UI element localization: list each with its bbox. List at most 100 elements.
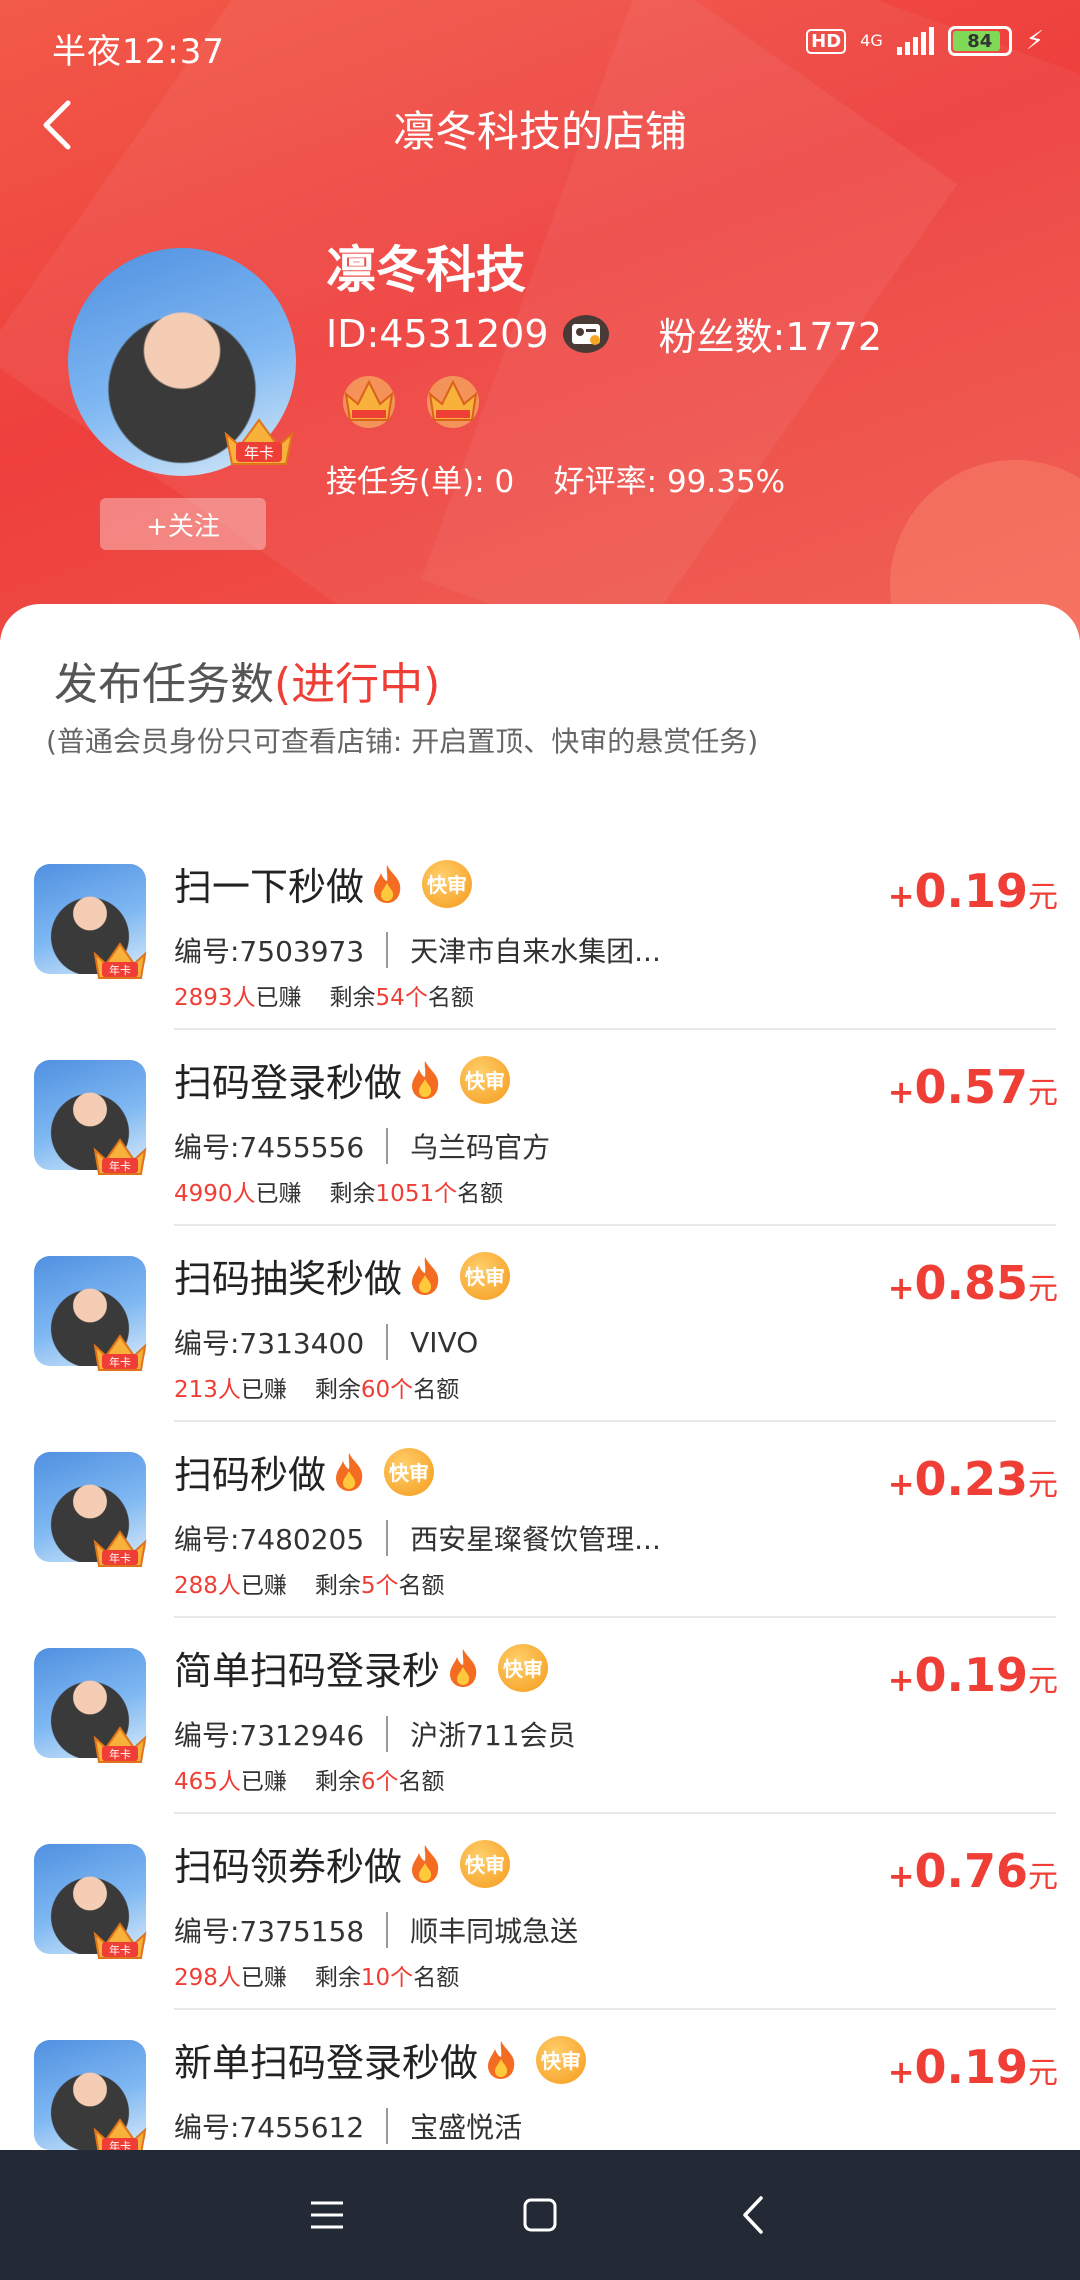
remain-label: 剩余 [329,1181,376,1207]
divider [386,2108,389,2144]
remain-label: 剩余 [314,1965,361,1991]
task-number: 编号:7312946 [174,1719,365,1752]
home-button[interactable] [500,2175,580,2255]
task-number: 编号:7375158 [174,1915,365,1948]
earned-count: 298人 [174,1965,241,1991]
task-meta: 编号:7455556 乌兰码官方 [174,1126,550,1166]
reward-unit: 元 [1028,1860,1058,1895]
crown-icon: 年卡 [93,1334,147,1371]
reward-plus: + [887,1269,915,1307]
task-title: 扫码领券秒做 快审 [174,1836,511,1891]
task-row[interactable]: 年卡 扫码领券秒做 快审 编号:7375158 顺丰同城急送 298人已赚 剩余10个名额 +… [0,1814,1080,2010]
earned-label: 已赚 [255,1181,302,1207]
task-merchant: 西安星璨餐饮管理... [410,1523,661,1556]
task-reward: +0.76元 [888,1844,1058,1898]
reward-amount: 0.57 [914,1060,1029,1114]
task-title-text: 扫码登录秒做 [174,1061,403,1105]
reward-unit: 元 [1028,1664,1058,1699]
reward-unit: 元 [1028,1076,1058,1111]
section-subtitle: (普通会员身份只可查看店铺: 开启置顶、快审的悬赏任务) [46,725,759,758]
earned-count: 465人 [174,1769,241,1795]
avatar-badge-text: 年卡 [109,1551,131,1565]
task-title-text: 扫码领券秒做 [174,1845,403,1889]
fire-icon [412,1060,439,1099]
reward-plus: + [887,877,915,915]
rating: 好评率: 99.35% [553,464,786,500]
section-title-text: 发布任务数 [54,659,274,710]
reward-unit: 元 [1028,1468,1058,1503]
remain-label: 剩余 [329,985,376,1011]
avatar-badge-text: 年卡 [109,1747,131,1761]
task-stats: 2893人已赚 剩余54个名额 [174,978,474,1012]
shop-id: ID:4531209 [326,311,549,356]
quota-label: 名额 [427,985,474,1011]
task-number: 编号:7503973 [174,935,365,968]
quota-label: 名额 [457,1181,504,1207]
crown-icon: 年卡 [93,942,147,979]
fire-icon [412,1256,439,1295]
task-title: 扫码秒做 快审 [174,1444,435,1499]
remain-label: 剩余 [314,1769,361,1795]
fast-review-badge: 快审 [422,859,473,908]
divider [386,1912,389,1948]
task-reward: +0.19元 [888,2040,1058,2094]
crown-icon: 年卡 [224,418,294,465]
system-nav-bar [0,2150,1080,2280]
task-number: 编号:7480205 [174,1523,365,1556]
task-row[interactable]: 年卡 扫码抽奖秒做 快审 编号:7313400 VIVO 213人已赚 剩余60个名额 +0.… [0,1226,1080,1422]
crown-icon: 年卡 [93,1138,147,1175]
earned-count: 288人 [174,1573,241,1599]
reward-plus: + [887,1465,915,1503]
task-title-text: 扫码秒做 [174,1453,327,1497]
task-title-text: 简单扫码登录秒 [174,1649,441,1693]
task-reward: +0.19元 [888,1648,1058,1702]
reward-plus: + [887,1073,915,1111]
task-title: 扫一下秒做 快审 [174,856,473,911]
remaining-count: 60个 [360,1377,414,1403]
fire-icon [450,1648,477,1687]
charging-icon: ⚡ [1025,26,1044,56]
hd-icon: HD [806,28,847,54]
reward-unit: 元 [1028,880,1058,915]
task-meta: 编号:7313400 VIVO [174,1322,478,1362]
task-merchant: 宝盛悦活 [410,2111,523,2144]
reward-plus: + [887,2053,915,2091]
quota-label: 名额 [413,1377,460,1403]
task-row[interactable]: 年卡 简单扫码登录秒 快审 编号:7312946 沪浙711会员 465人已赚 剩余6个名额… [0,1618,1080,1814]
divider [386,1324,389,1360]
fast-review-badge: 快审 [384,1447,435,1496]
follow-button[interactable]: +关注 [100,498,266,550]
crown-icon: 年卡 [93,1922,147,1959]
task-reward: +0.23元 [888,1452,1058,1506]
task-number: 编号:7455612 [174,2111,365,2144]
reward-plus: + [887,1661,915,1699]
home-icon [523,2198,557,2232]
divider [386,1716,389,1752]
menu-button[interactable] [287,2175,367,2255]
task-stats: 298人已赚 剩余10个名额 [174,1958,459,1992]
avatar-badge-text: 年卡 [109,963,131,977]
task-merchant: VIVO [410,1325,479,1359]
earned-label: 已赚 [240,1573,287,1599]
signal-icon [896,27,934,55]
remaining-count: 1051个 [375,1181,458,1207]
menu-icon [310,2201,343,2229]
crown-icon [427,376,479,428]
task-row[interactable]: 年卡 扫一下秒做 快审 编号:7503973 天津市自来水集团... 2893人已赚 剩余5… [0,834,1080,1030]
quota-label: 名额 [413,1965,460,1991]
task-row[interactable]: 年卡 扫码秒做 快审 编号:7480205 西安星璨餐饮管理... 288人已赚 剩余5个名… [0,1422,1080,1618]
quota-label: 名额 [398,1573,445,1599]
task-reward: +0.85元 [888,1256,1058,1310]
status-bar: 半夜12:37 HD 4G 84 ⚡ [0,0,1080,90]
reward-amount: 0.19 [914,864,1029,918]
fast-review-badge: 快审 [536,2035,587,2084]
remaining-count: 6个 [360,1769,399,1795]
remaining-count: 10个 [360,1965,414,1991]
task-row[interactable]: 年卡 扫码登录秒做 快审 编号:7455556 乌兰码官方 4990人已赚 剩余1051个名… [0,1030,1080,1226]
fire-icon [488,2040,515,2079]
task-row[interactable]: 年卡新单扫码登录秒做快审编号:7455612宝盛悦活1519人已赚剩余1个名额+… [0,2010,1080,2150]
crown-icon [343,376,395,428]
id-card-icon[interactable] [562,314,609,353]
nav-back-button[interactable] [713,2175,793,2255]
reward-amount: 0.19 [914,1648,1029,1702]
